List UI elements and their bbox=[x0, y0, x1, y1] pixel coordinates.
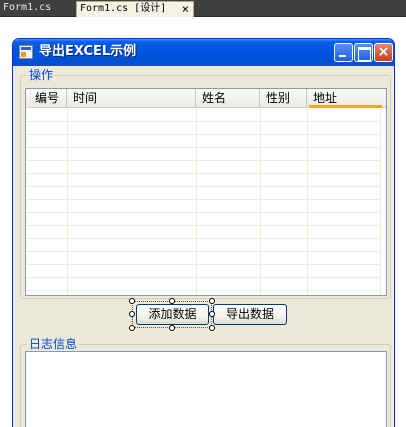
grid-body[interactable] bbox=[26, 109, 386, 295]
grid-col-line bbox=[380, 109, 381, 295]
grid-col-line bbox=[260, 109, 261, 295]
tab-form1-code[interactable]: Form1.cs bbox=[0, 0, 74, 17]
tab-label: Form1.cs [设计] bbox=[80, 3, 167, 14]
grid-row-line bbox=[26, 290, 380, 291]
app-form-icon bbox=[19, 45, 33, 59]
grid-row-line bbox=[26, 225, 380, 226]
column-header-time[interactable]: 时间 bbox=[67, 89, 196, 108]
grid-row-line bbox=[26, 238, 380, 239]
grid-col-line bbox=[196, 109, 197, 295]
grid-row-line bbox=[26, 199, 380, 200]
close-button[interactable]: × bbox=[374, 43, 393, 62]
close-icon: × bbox=[377, 44, 390, 60]
grid-row-line bbox=[26, 134, 380, 135]
tab-form1-designer[interactable]: Form1.cs [设计] × bbox=[76, 1, 194, 17]
resize-handle[interactable] bbox=[169, 298, 175, 304]
maximize-button[interactable] bbox=[354, 43, 373, 62]
resize-handle[interactable] bbox=[209, 325, 215, 331]
column-header-name[interactable]: 姓名 bbox=[196, 89, 260, 108]
grid-row-line bbox=[26, 212, 380, 213]
grid-row-line bbox=[26, 160, 380, 161]
data-grid[interactable]: 编号 时间 姓名 性别 地址 bbox=[25, 88, 387, 296]
resize-handle[interactable] bbox=[209, 298, 215, 304]
grid-row-line bbox=[26, 251, 380, 252]
resize-handle[interactable] bbox=[129, 325, 135, 331]
maximize-icon bbox=[355, 44, 372, 61]
grid-col-line bbox=[67, 109, 68, 295]
grid-row-line bbox=[26, 264, 380, 265]
grid-row-line bbox=[26, 121, 380, 122]
column-header-gender[interactable]: 性别 bbox=[260, 89, 307, 108]
resize-handle[interactable] bbox=[209, 311, 215, 317]
log-group-label: 日志信息 bbox=[27, 337, 80, 351]
grid-row-line bbox=[26, 186, 380, 187]
minimize-button[interactable] bbox=[334, 43, 353, 62]
resize-handle[interactable] bbox=[169, 325, 175, 331]
resize-handle[interactable] bbox=[129, 298, 135, 304]
column-header-address[interactable]: 地址 bbox=[307, 89, 382, 108]
export-data-button[interactable]: 导出数据 bbox=[213, 304, 287, 325]
grid-row-line bbox=[26, 147, 380, 148]
column-header-id[interactable]: 编号 bbox=[26, 89, 67, 108]
form-window: 导出EXCEL示例 × 操作 编号 时间 姓名 性别 地址 添加数据 导出数据 … bbox=[12, 38, 395, 427]
window-title: 导出EXCEL示例 bbox=[39, 44, 137, 59]
log-textbox[interactable] bbox=[25, 351, 387, 427]
minimize-icon bbox=[335, 44, 352, 61]
tab-label: Form1.cs bbox=[3, 2, 52, 13]
grid-header: 编号 时间 姓名 性别 地址 bbox=[26, 89, 386, 108]
tab-close-icon[interactable]: × bbox=[182, 2, 189, 16]
operations-group-label: 操作 bbox=[27, 68, 56, 82]
title-bar[interactable]: 导出EXCEL示例 × bbox=[13, 39, 394, 66]
grid-row-line bbox=[26, 277, 380, 278]
grid-row-line bbox=[26, 173, 380, 174]
add-data-button[interactable]: 添加数据 bbox=[136, 304, 209, 325]
grid-col-line bbox=[307, 109, 308, 295]
resize-handle[interactable] bbox=[129, 311, 135, 317]
ide-tab-strip: Form1.cs Form1.cs [设计] × bbox=[0, 0, 406, 17]
